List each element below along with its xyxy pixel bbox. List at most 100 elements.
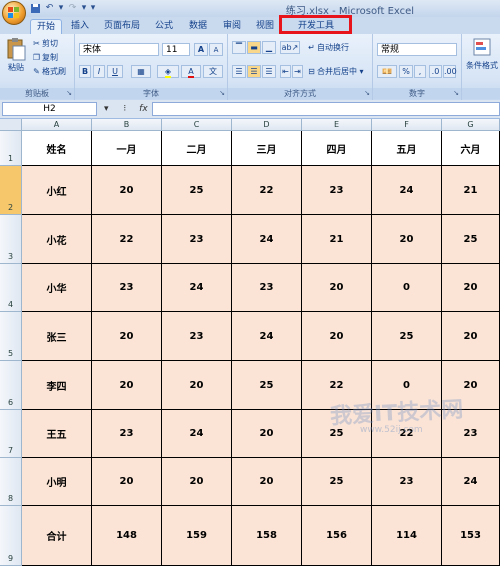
- column-header[interactable]: D: [232, 119, 302, 131]
- table-cell[interactable]: 20: [162, 458, 232, 506]
- table-cell[interactable]: 合计: [22, 506, 92, 566]
- table-cell[interactable]: 20: [232, 410, 302, 458]
- percent-button[interactable]: %: [399, 65, 413, 78]
- underline-button[interactable]: U: [107, 65, 123, 78]
- borders-button[interactable]: ▦: [131, 65, 151, 78]
- table-cell[interactable]: 153: [442, 506, 500, 566]
- row-header[interactable]: 4: [0, 264, 22, 312]
- orientation-button[interactable]: ab↗: [280, 41, 300, 54]
- column-header[interactable]: F: [372, 119, 442, 131]
- table-cell[interactable]: 156: [302, 506, 372, 566]
- table-cell[interactable]: 24: [162, 264, 232, 312]
- table-cell[interactable]: 20: [232, 458, 302, 506]
- merge-center-button[interactable]: ⊟ 合并后居中 ▾: [306, 66, 363, 77]
- row-header[interactable]: 3: [0, 215, 22, 264]
- align-center-button[interactable]: ☰: [247, 65, 261, 78]
- row-header[interactable]: 1: [0, 131, 22, 166]
- table-cell[interactable]: 20: [92, 458, 162, 506]
- bold-button[interactable]: B: [79, 65, 91, 78]
- dialog-launcher-icon[interactable]: ↘: [219, 88, 225, 99]
- table-cell[interactable]: 24: [232, 215, 302, 264]
- row-header[interactable]: 7: [0, 410, 22, 458]
- table-header-cell[interactable]: 二月: [162, 131, 232, 166]
- table-cell[interactable]: 23: [92, 410, 162, 458]
- table-cell[interactable]: 20: [442, 312, 500, 361]
- table-cell[interactable]: 20: [162, 361, 232, 410]
- font-name-select[interactable]: 宋体: [79, 43, 159, 56]
- phonetic-button[interactable]: 文: [203, 65, 223, 78]
- row-header[interactable]: 8: [0, 458, 22, 506]
- table-header-cell[interactable]: 姓名: [22, 131, 92, 166]
- tab-view[interactable]: 视图: [251, 19, 279, 34]
- office-button[interactable]: [2, 1, 26, 25]
- table-cell[interactable]: 24: [162, 410, 232, 458]
- align-right-button[interactable]: ☰: [262, 65, 276, 78]
- italic-button[interactable]: I: [93, 65, 105, 78]
- table-cell[interactable]: 21: [302, 215, 372, 264]
- table-header-cell[interactable]: 一月: [92, 131, 162, 166]
- table-cell[interactable]: 23: [162, 215, 232, 264]
- table-cell[interactable]: 20: [372, 215, 442, 264]
- table-cell[interactable]: 李四: [22, 361, 92, 410]
- table-cell[interactable]: 20: [442, 361, 500, 410]
- column-header[interactable]: E: [302, 119, 372, 131]
- tab-page-layout[interactable]: 页面布局: [101, 19, 143, 34]
- dialog-launcher-icon[interactable]: ↘: [66, 88, 72, 99]
- align-top-button[interactable]: ▔: [232, 41, 246, 54]
- table-cell[interactable]: 23: [92, 264, 162, 312]
- table-cell[interactable]: 22: [232, 166, 302, 215]
- font-size-select[interactable]: 11: [162, 43, 190, 56]
- table-cell[interactable]: 159: [162, 506, 232, 566]
- row-header[interactable]: 5: [0, 312, 22, 361]
- shrink-font-button[interactable]: A: [209, 43, 223, 56]
- table-header-cell[interactable]: 三月: [232, 131, 302, 166]
- table-cell[interactable]: 20: [92, 361, 162, 410]
- format-painter-button[interactable]: ✎ 格式刷: [31, 66, 66, 77]
- table-cell[interactable]: 20: [442, 264, 500, 312]
- currency-button[interactable]: 💴: [377, 65, 397, 78]
- table-cell[interactable]: 张三: [22, 312, 92, 361]
- column-header[interactable]: G: [442, 119, 500, 131]
- table-cell[interactable]: 25: [162, 166, 232, 215]
- align-left-button[interactable]: ☰: [232, 65, 246, 78]
- dropdown-icon[interactable]: ▾: [104, 104, 109, 114]
- table-cell[interactable]: 20: [302, 264, 372, 312]
- align-middle-button[interactable]: ▬: [247, 41, 261, 54]
- conditional-formatting-button[interactable]: 条件格式: [464, 37, 500, 71]
- increase-decimal-button[interactable]: .0: [429, 65, 442, 78]
- decrease-indent-button[interactable]: ⇤: [280, 65, 291, 78]
- table-cell[interactable]: 王五: [22, 410, 92, 458]
- table-cell[interactable]: 25: [302, 458, 372, 506]
- table-cell[interactable]: 24: [232, 312, 302, 361]
- fill-color-button[interactable]: ◈: [157, 65, 179, 78]
- tab-review[interactable]: 审阅: [218, 19, 246, 34]
- table-cell[interactable]: 小明: [22, 458, 92, 506]
- table-cell[interactable]: 20: [92, 166, 162, 215]
- table-cell[interactable]: 25: [232, 361, 302, 410]
- table-cell[interactable]: 21: [442, 166, 500, 215]
- align-bottom-button[interactable]: ▁: [262, 41, 276, 54]
- table-cell[interactable]: 23: [232, 264, 302, 312]
- grow-font-button[interactable]: A: [194, 43, 208, 56]
- table-header-cell[interactable]: 六月: [442, 131, 500, 166]
- table-cell[interactable]: 20: [92, 312, 162, 361]
- paste-button[interactable]: 粘贴: [4, 37, 28, 77]
- table-cell[interactable]: 23: [162, 312, 232, 361]
- column-header[interactable]: C: [162, 119, 232, 131]
- select-all-corner[interactable]: [0, 119, 22, 131]
- table-cell[interactable]: 25: [372, 312, 442, 361]
- wrap-text-button[interactable]: ↵ 自动换行: [306, 42, 349, 53]
- comma-button[interactable]: ,: [414, 65, 426, 78]
- table-header-cell[interactable]: 五月: [372, 131, 442, 166]
- tab-home[interactable]: 开始: [30, 19, 62, 35]
- table-cell[interactable]: 23: [302, 166, 372, 215]
- table-cell[interactable]: 小花: [22, 215, 92, 264]
- tab-data[interactable]: 数据: [184, 19, 212, 34]
- table-cell[interactable]: 25: [442, 215, 500, 264]
- table-cell[interactable]: 22: [372, 410, 442, 458]
- table-cell[interactable]: 20: [302, 312, 372, 361]
- table-cell[interactable]: 23: [442, 410, 500, 458]
- table-cell[interactable]: 158: [232, 506, 302, 566]
- table-cell[interactable]: 22: [302, 361, 372, 410]
- table-cell[interactable]: 小华: [22, 264, 92, 312]
